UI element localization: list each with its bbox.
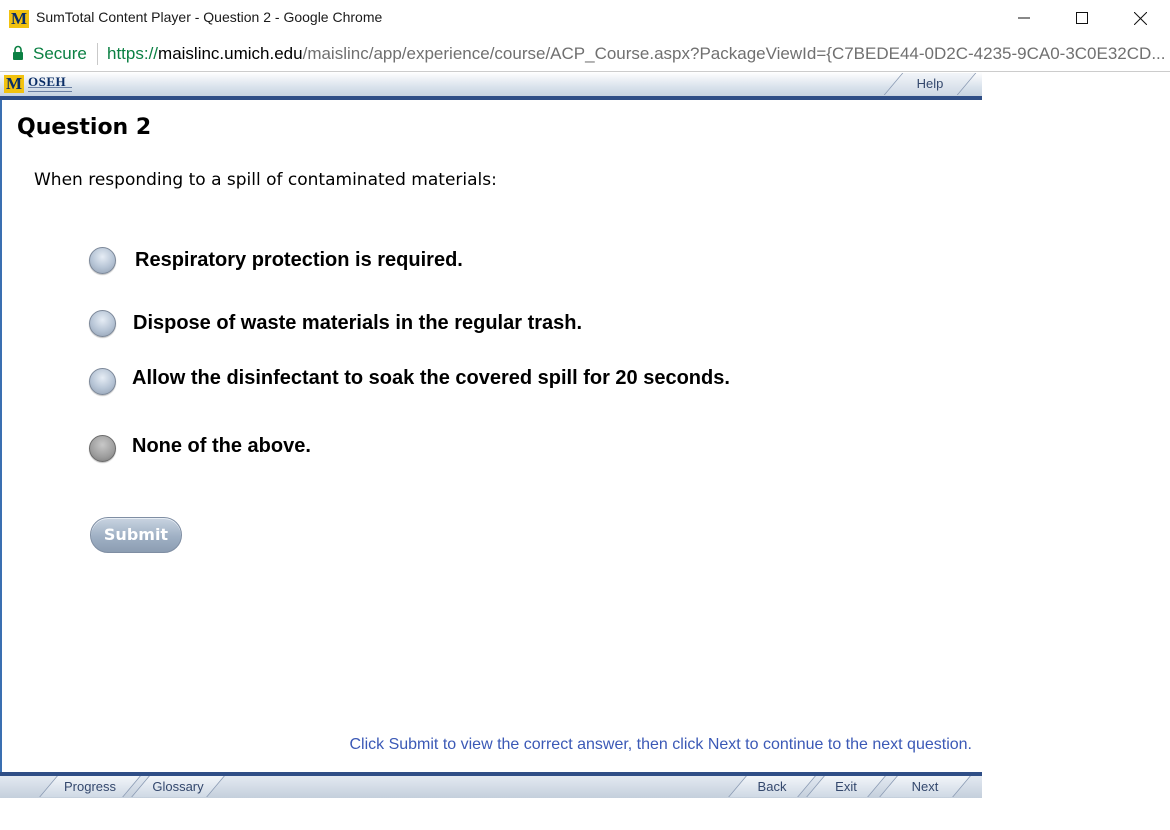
question-title: Question 2 <box>17 115 152 140</box>
close-icon <box>1133 11 1147 25</box>
header-bar <box>0 72 982 97</box>
exit-label: Exit <box>835 779 857 794</box>
help-label: Help <box>916 76 944 91</box>
url-text[interactable]: https://maislinc.umich.edu/maislinc/app/… <box>107 44 1165 64</box>
next-button[interactable]: Next <box>879 776 971 797</box>
maximize-icon <box>1076 12 1088 24</box>
answer-label: Dispose of waste materials in the regula… <box>133 311 583 334</box>
address-bar[interactable]: Secure https://maislinc.umich.edu/maisli… <box>0 36 1170 72</box>
maximize-button[interactable] <box>1053 0 1111 36</box>
answer-label: Allow the disinfectant to soak the cover… <box>132 366 730 389</box>
back-button[interactable]: Back <box>728 776 816 797</box>
answer-option-4[interactable]: None of the above. <box>89 433 311 463</box>
answer-label: Respiratory protection is required. <box>135 248 463 271</box>
answer-option-2[interactable]: Dispose of waste materials in the regula… <box>89 308 582 338</box>
window-titlebar: M SumTotal Content Player - Question 2 -… <box>0 0 1170 36</box>
left-frame-border <box>0 100 2 772</box>
glossary-button[interactable]: Glossary <box>131 776 225 797</box>
minimize-icon <box>1018 17 1030 19</box>
umich-logo-icon: M <box>4 74 24 93</box>
radio-button[interactable] <box>89 309 116 337</box>
help-button[interactable]: Help <box>883 73 977 95</box>
radio-button[interactable] <box>89 367 116 395</box>
next-label: Next <box>911 779 939 794</box>
window-title: SumTotal Content Player - Question 2 - G… <box>36 9 383 25</box>
close-button[interactable] <box>1111 0 1169 36</box>
instruction-text: Click Submit to view the correct answer,… <box>349 736 972 753</box>
answer-option-3[interactable]: Allow the disinfectant to soak the cover… <box>89 366 730 396</box>
url-domain: maislinc.umich.edu <box>158 44 303 63</box>
question-prompt: When responding to a spill of contaminat… <box>34 170 497 190</box>
progress-label: Progress <box>63 779 117 794</box>
player-footer: Progress Glossary Back Exit Next <box>0 772 982 798</box>
logo-underline <box>28 87 72 92</box>
progress-button[interactable]: Progress <box>39 776 141 797</box>
answer-label: None of the above. <box>132 434 311 457</box>
answer-option-1[interactable]: Respiratory protection is required. <box>89 245 463 275</box>
url-path: /maislinc/app/experience/course/ACP_Cour… <box>302 44 1165 63</box>
submit-button[interactable]: Submit <box>90 517 182 553</box>
back-label: Back <box>757 779 787 794</box>
minimize-button[interactable] <box>995 0 1053 36</box>
header-rule <box>0 96 982 100</box>
radio-button[interactable] <box>89 434 116 462</box>
secure-label: Secure <box>33 44 87 63</box>
radio-button[interactable] <box>89 246 116 274</box>
app-logo-icon: M <box>9 9 29 28</box>
lock-icon <box>13 45 23 60</box>
exit-button[interactable]: Exit <box>806 776 886 797</box>
glossary-label: Glossary <box>152 779 204 794</box>
url-separator <box>97 43 98 65</box>
url-scheme: https:// <box>107 44 159 63</box>
player-header: M OSEH Help <box>0 72 982 100</box>
